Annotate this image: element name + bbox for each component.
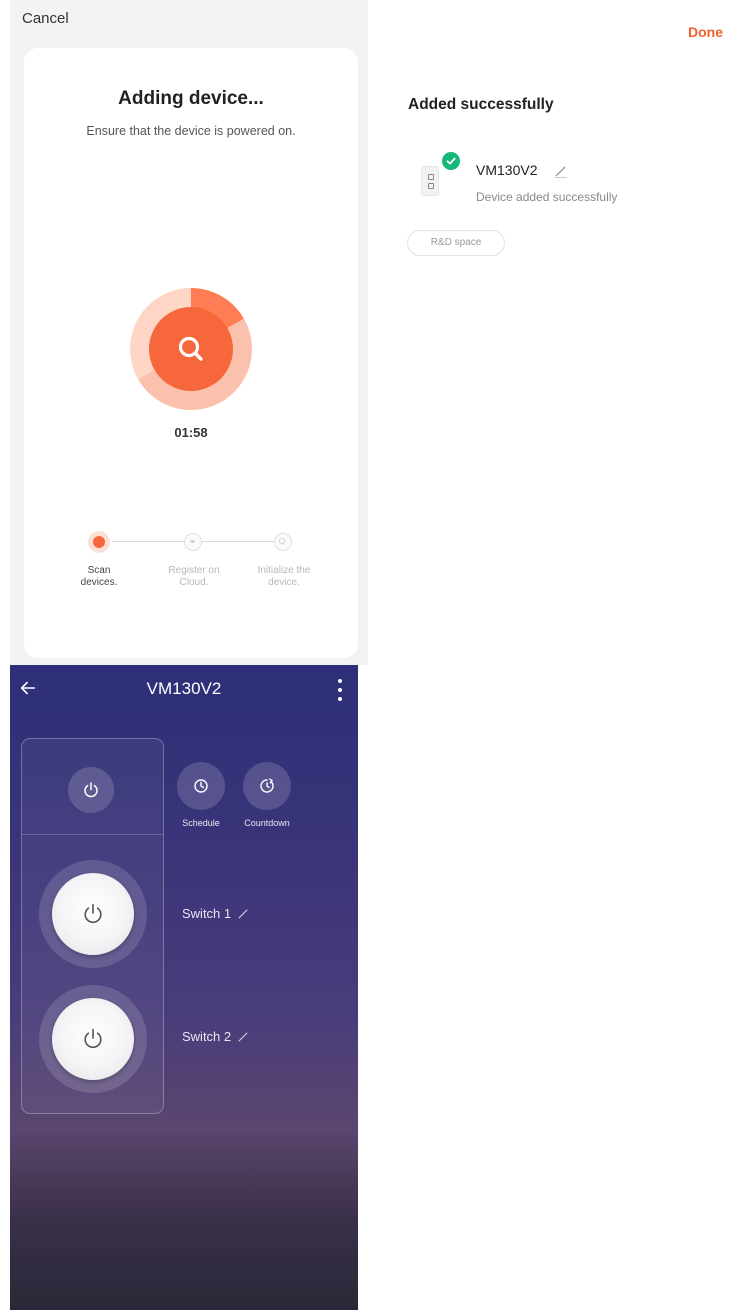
edit-switch-2-icon[interactable] [237, 1030, 250, 1043]
adding-device-card: Adding device... Ensure that the device … [24, 48, 358, 658]
page-subtitle: Ensure that the device is powered on. [86, 124, 296, 138]
switch-1-button[interactable] [39, 860, 147, 968]
step-initialize-label: Initialize the device. [257, 565, 311, 588]
device-icon [279, 538, 286, 545]
room-chip[interactable]: R&D space [407, 230, 505, 256]
switch-2-face [52, 998, 134, 1080]
done-button[interactable]: Done [688, 24, 723, 40]
step-initialize-indicator [274, 533, 292, 551]
switch-2-button[interactable] [39, 985, 147, 1093]
step-scan-indicator [88, 531, 110, 553]
switch-panel [21, 738, 164, 1114]
device-control-screen: VM130V2 Schedule Countdown Switch 1 Swit… [10, 665, 358, 1310]
device-status-text: Device added successfully [476, 190, 618, 204]
countdown-icon [260, 778, 274, 793]
adding-device-screen: Cancel Adding device... Ensure that the … [10, 0, 368, 665]
switch-2-label: Switch 2 [182, 1029, 232, 1044]
master-power-button[interactable] [68, 767, 114, 813]
added-title: Added successfully [408, 96, 554, 113]
switch-1-face [52, 873, 134, 955]
switch-1-label: Switch 1 [182, 906, 232, 921]
search-icon [178, 336, 203, 361]
step-register-label: Register on Cloud. [168, 565, 220, 588]
cancel-button[interactable]: Cancel [22, 10, 69, 27]
cloud-icon [190, 540, 195, 543]
panel-divider [22, 834, 163, 835]
page-title: Adding device... [118, 88, 264, 109]
power-icon [84, 1028, 102, 1049]
radar-center [149, 307, 233, 391]
more-options-icon[interactable] [335, 677, 345, 703]
countdown-label: Countdown [244, 818, 290, 828]
edit-switch-1-icon[interactable] [237, 907, 250, 920]
countdown-timer: 01:58 [174, 425, 208, 440]
step-scan-label: Scan devices. [80, 565, 118, 588]
success-check-icon [442, 152, 460, 170]
schedule-label: Schedule [182, 818, 220, 828]
device-thumbnail [421, 166, 439, 196]
progress-line [112, 541, 292, 542]
clock-icon [194, 779, 208, 793]
device-name: VM130V2 [476, 162, 538, 178]
scanning-radar [130, 288, 252, 410]
power-icon [84, 903, 102, 924]
screenshot-collage: Cancel Adding device... Ensure that the … [0, 0, 729, 1310]
schedule-button[interactable] [177, 762, 225, 810]
device-title: VM130V2 [146, 679, 222, 698]
power-icon [84, 782, 98, 798]
step-register-indicator [184, 533, 202, 551]
countdown-button[interactable] [243, 762, 291, 810]
edit-name-icon[interactable] [553, 163, 569, 179]
